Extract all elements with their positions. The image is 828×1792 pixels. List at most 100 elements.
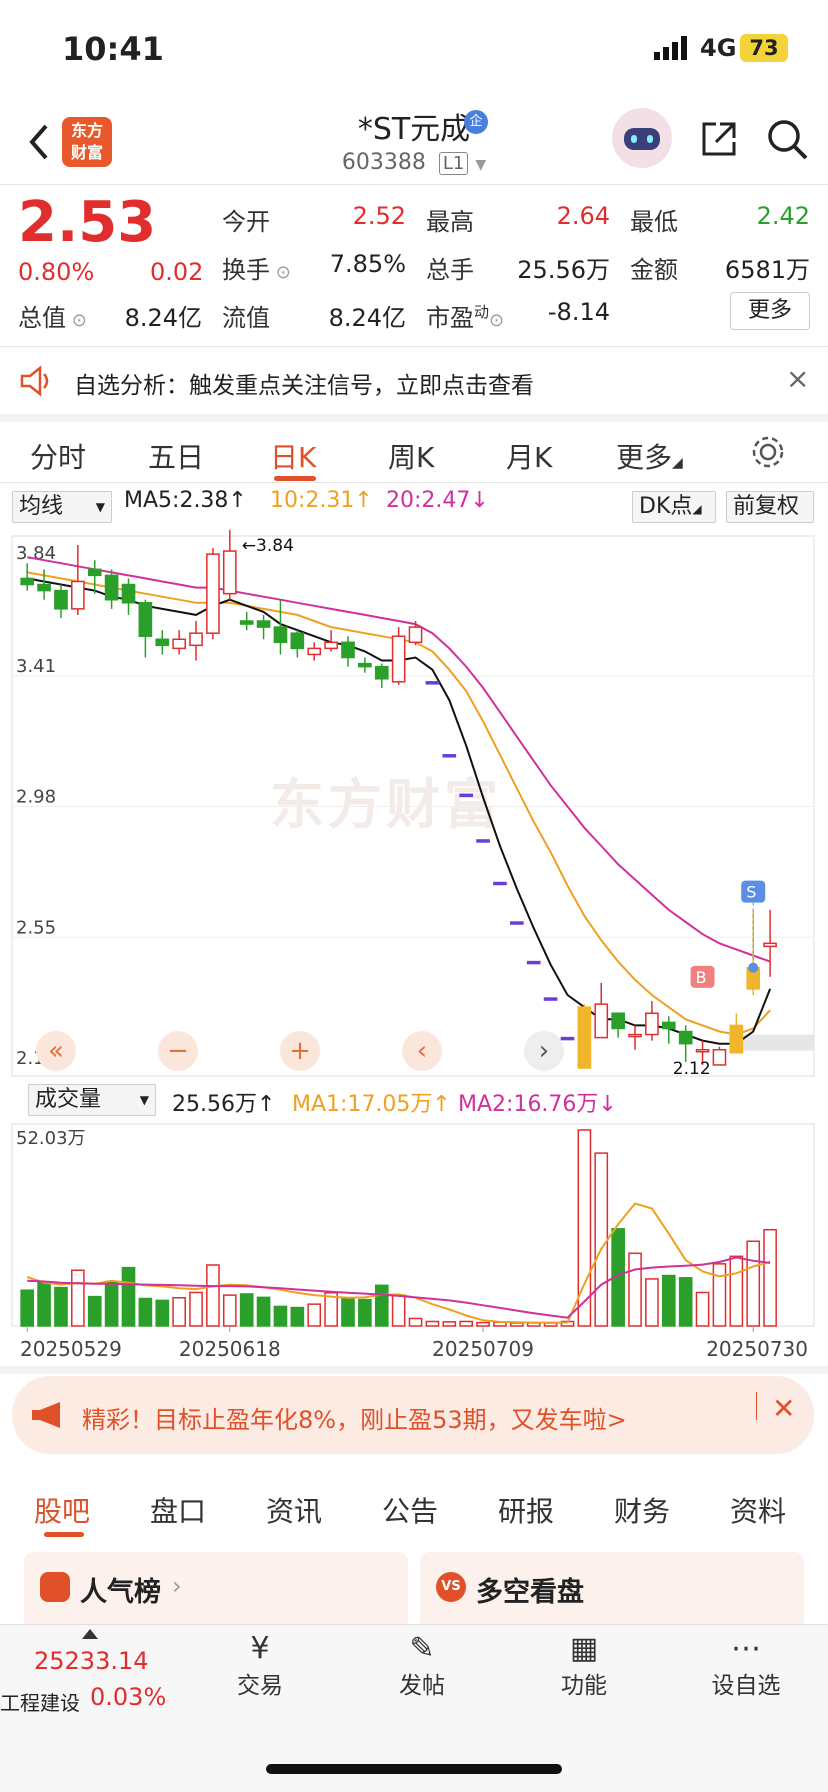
candle-body bbox=[442, 754, 457, 758]
yen-icon: ¥ bbox=[250, 1631, 270, 1666]
nav-functions[interactable]: ▦ 功能 bbox=[534, 1631, 634, 1700]
tab-guba[interactable]: 股吧 bbox=[34, 1490, 90, 1530]
candle-body bbox=[459, 793, 474, 798]
zoom-in-button[interactable]: + bbox=[280, 1031, 320, 1071]
volume-value: 25.56万 bbox=[517, 256, 610, 284]
float-value: 8.24亿 bbox=[328, 304, 406, 332]
volume-bar bbox=[510, 1322, 524, 1327]
candle-body bbox=[341, 641, 355, 659]
low-label: 最低 bbox=[630, 208, 678, 236]
index-name: 工程建设 bbox=[0, 1691, 80, 1715]
candle-body bbox=[628, 1033, 642, 1038]
adjust-button[interactable]: 前复权 bbox=[726, 491, 814, 523]
vol-ma1-value: MA1:17.05万↑ bbox=[292, 1092, 451, 1117]
vol-ma2-value: MA2:16.76万↓ bbox=[458, 1092, 617, 1117]
volume-bar bbox=[358, 1298, 372, 1327]
pe-value: -8.14 bbox=[547, 298, 610, 326]
dk-point-button[interactable]: DK点◢ bbox=[632, 491, 716, 523]
support-band bbox=[738, 1034, 814, 1051]
buy-marker-text: B bbox=[696, 968, 707, 987]
volume-bar bbox=[206, 1264, 220, 1327]
volume-bar bbox=[695, 1291, 710, 1327]
promo-banner[interactable]: 精彩！目标止盈年化8%，刚止盈53期，又发车啦> ✕ bbox=[12, 1376, 814, 1454]
indicator-select[interactable]: 均线 ▼ bbox=[12, 491, 112, 523]
candle-body bbox=[71, 580, 85, 610]
candle-body bbox=[695, 1049, 710, 1053]
volume-bar bbox=[712, 1263, 727, 1327]
popularity-label: 人气榜 bbox=[80, 1577, 161, 1608]
candle-body bbox=[543, 997, 558, 1001]
candle-body bbox=[172, 638, 186, 650]
tab-weekly-k[interactable]: 周K bbox=[388, 436, 434, 476]
high-marker-label: ←3.84 bbox=[242, 536, 294, 556]
turnover-value: 7.85% bbox=[329, 250, 406, 278]
candle-body bbox=[155, 638, 170, 647]
level-badge: L1 bbox=[438, 152, 469, 175]
volume-bar bbox=[121, 1266, 136, 1327]
search-icon[interactable] bbox=[766, 118, 810, 162]
scroll-left-button[interactable]: ‹ bbox=[402, 1031, 442, 1071]
promo-close-icon[interactable]: ✕ bbox=[772, 1392, 795, 1425]
float-label: 流值 bbox=[222, 304, 270, 332]
popularity-card[interactable]: 人气榜 › bbox=[24, 1552, 408, 1632]
volume-bar bbox=[87, 1295, 102, 1327]
candle-body bbox=[20, 577, 35, 586]
battery-level: 73 bbox=[740, 34, 788, 62]
tab-pankou[interactable]: 盘口 bbox=[150, 1490, 206, 1530]
tab-more[interactable]: 更多◢ bbox=[616, 436, 683, 476]
volume-bar bbox=[763, 1228, 777, 1327]
tab-five-day[interactable]: 五日 bbox=[148, 436, 204, 476]
notice-bar[interactable]: 自选分析：触发重点关注信号，立即点击查看 × bbox=[0, 348, 828, 414]
candle-body bbox=[645, 1012, 659, 1036]
nav-add-watchlist[interactable]: ⋯ 设自选 bbox=[696, 1631, 796, 1700]
more-button[interactable]: 更多 bbox=[730, 292, 810, 330]
nav-trade[interactable]: ¥ 交易 bbox=[210, 1631, 310, 1700]
candle-body bbox=[408, 626, 423, 644]
candle-body bbox=[87, 568, 102, 577]
zoom-out-button[interactable]: − bbox=[158, 1031, 198, 1071]
tab-news[interactable]: 资讯 bbox=[266, 1490, 322, 1530]
stock-code: 603388 bbox=[341, 150, 426, 175]
index-value[interactable]: 25233.14 bbox=[34, 1647, 149, 1675]
share-icon[interactable] bbox=[698, 118, 740, 160]
candle-body bbox=[510, 921, 524, 925]
volume-bar bbox=[222, 1294, 237, 1327]
scroll-right-button[interactable]: › bbox=[524, 1031, 564, 1071]
robot-avatar[interactable] bbox=[612, 108, 672, 168]
tab-research[interactable]: 研报 bbox=[498, 1490, 554, 1530]
close-icon[interactable]: × bbox=[786, 362, 809, 395]
scroll-left-far-button[interactable]: « bbox=[36, 1031, 76, 1071]
volume-bar bbox=[104, 1280, 119, 1327]
candle-body bbox=[324, 641, 338, 650]
amount-value: 6581万 bbox=[724, 256, 810, 284]
tab-announcements[interactable]: 公告 bbox=[382, 1490, 438, 1530]
nav-post[interactable]: ✎ 发帖 bbox=[372, 1631, 472, 1700]
settings-icon[interactable] bbox=[750, 434, 786, 470]
tab-indicator bbox=[274, 476, 316, 481]
tab-monthly-k[interactable]: 月K bbox=[506, 436, 552, 476]
promo-text: 精彩！目标止盈年化8%，刚止盈53期，又发车啦> bbox=[82, 1406, 627, 1434]
volume-bar bbox=[729, 1255, 744, 1327]
tab-finance[interactable]: 财务 bbox=[614, 1490, 670, 1530]
mktcap-value: 8.24亿 bbox=[124, 304, 202, 332]
volume-chart[interactable]: 52.03万 20250529 20250618 20250709 20250730 bbox=[0, 1118, 828, 1366]
volume-bar bbox=[239, 1293, 254, 1327]
candle-body bbox=[37, 583, 51, 592]
tab-daily-k[interactable]: 日K bbox=[270, 436, 316, 476]
volume-indicator-select[interactable]: 成交量 ▼ bbox=[28, 1084, 156, 1116]
volume-bar bbox=[661, 1274, 676, 1327]
tab-intraday[interactable]: 分时 bbox=[30, 436, 86, 476]
volume-bar bbox=[391, 1294, 406, 1327]
candlestick-chart[interactable]: 3.843.412.982.552.12←3.842.12BS bbox=[0, 526, 828, 1082]
bull-bear-card[interactable]: VS 多空看盘 bbox=[420, 1552, 804, 1632]
chart-icon bbox=[40, 1572, 70, 1602]
volume-bar bbox=[374, 1284, 389, 1327]
speaker-icon bbox=[20, 365, 49, 397]
open-label: 今开 bbox=[222, 208, 270, 236]
sell-marker-text: S bbox=[746, 883, 756, 902]
tab-profile[interactable]: 资料 bbox=[730, 1490, 786, 1530]
candle-body bbox=[189, 632, 203, 647]
candle-body bbox=[661, 1021, 676, 1030]
candle-body bbox=[138, 602, 153, 637]
y-tick-label: 3.41 bbox=[16, 656, 56, 677]
